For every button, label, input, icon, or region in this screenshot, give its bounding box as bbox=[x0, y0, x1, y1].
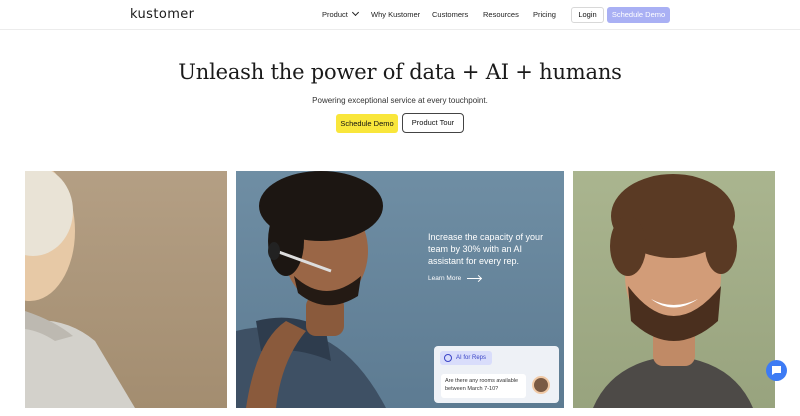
ai-chip-label: AI for Reps bbox=[456, 355, 487, 361]
nav-why-kustomer[interactable]: Why Kustomer bbox=[371, 10, 420, 19]
schedule-demo-nav-button[interactable]: Schedule Demo bbox=[607, 7, 670, 23]
avatar bbox=[532, 376, 550, 394]
schedule-demo-button[interactable]: Schedule Demo bbox=[336, 114, 398, 133]
login-button[interactable]: Login bbox=[571, 7, 604, 23]
nav-product-label: Product bbox=[322, 10, 348, 19]
nav-pricing[interactable]: Pricing bbox=[533, 10, 556, 19]
sparkle-circle-icon bbox=[444, 354, 452, 362]
person-photo-center bbox=[236, 171, 386, 408]
learn-more-link[interactable]: Learn More bbox=[428, 275, 482, 282]
chat-message-bubble: Are there any rooms available between Ma… bbox=[441, 374, 526, 398]
person-photo-left bbox=[25, 171, 135, 408]
nav-customers[interactable]: Customers bbox=[432, 10, 468, 19]
feature-card: Increase the capacity of your team by 30… bbox=[236, 171, 564, 408]
kustomer-logo[interactable]: kustomer bbox=[130, 7, 194, 22]
hero-subtitle: Powering exceptional service at every to… bbox=[312, 96, 488, 105]
ai-chat-preview: AI for Reps Are there any rooms availabl… bbox=[434, 346, 559, 403]
ai-for-reps-chip: AI for Reps bbox=[440, 351, 492, 365]
hero-title: Unleash the power of data + AI + humans bbox=[178, 60, 622, 84]
chat-bubble-icon bbox=[772, 366, 781, 375]
feature-copy: Increase the capacity of your team by 30… bbox=[428, 232, 544, 266]
product-tour-button[interactable]: Product Tour bbox=[402, 113, 464, 133]
chat-widget-button[interactable] bbox=[766, 360, 787, 381]
photo-card-left bbox=[25, 171, 227, 408]
nav-product[interactable]: Product bbox=[322, 8, 359, 19]
arrow-right-icon bbox=[467, 277, 482, 279]
chevron-down-icon bbox=[351, 8, 359, 17]
photo-card-right bbox=[573, 171, 775, 408]
nav-resources[interactable]: Resources bbox=[483, 10, 519, 19]
person-photo-right bbox=[593, 174, 753, 408]
learn-more-label: Learn More bbox=[428, 275, 462, 282]
top-nav: kustomer Product Why Kustomer Customers … bbox=[0, 0, 800, 30]
